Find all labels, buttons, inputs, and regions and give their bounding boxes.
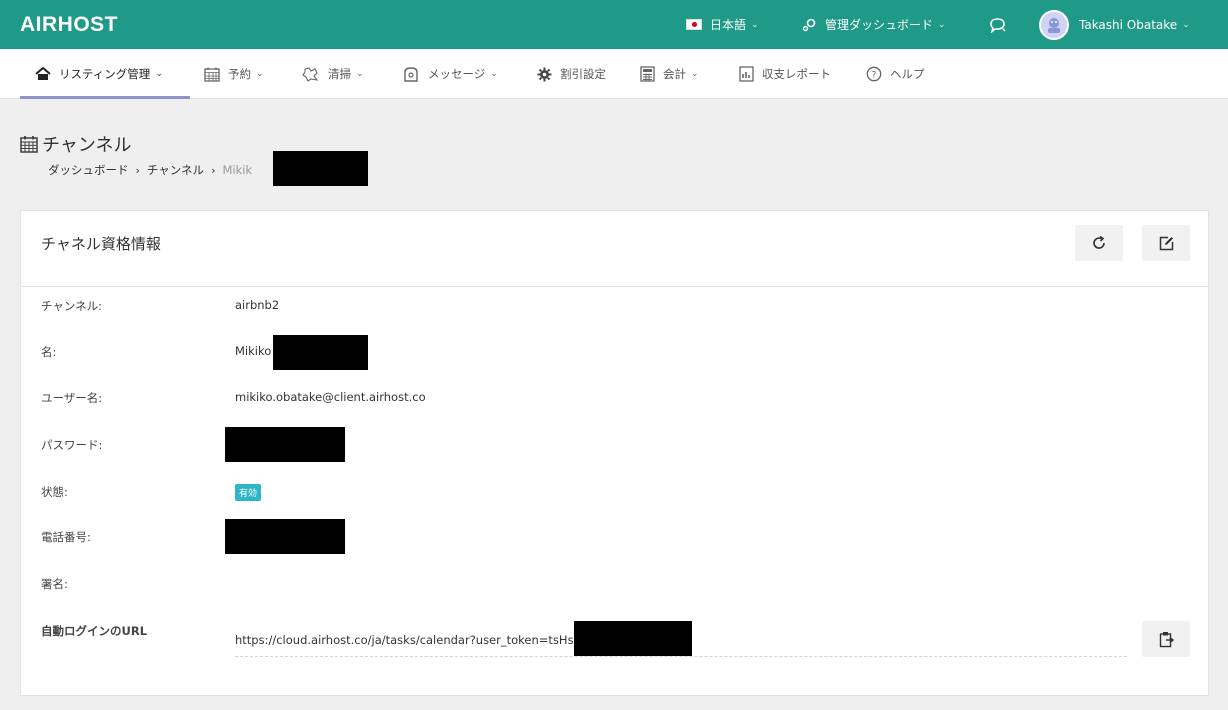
chevron-down-icon: ⌄ (256, 69, 264, 79)
nav-item-messages[interactable]: メッセージ ⌄ (402, 49, 498, 99)
status-label: 状態: (41, 485, 68, 499)
nav-item-report[interactable]: 収支レポート (739, 49, 831, 99)
chevron-down-icon: ⌄ (1182, 19, 1190, 30)
signature-label: 署名: (41, 577, 68, 591)
dashboard-icon (802, 17, 817, 32)
calendar-icon (20, 136, 38, 153)
nav-label: リスティング管理 (59, 67, 151, 81)
breadcrumb-separator: › (135, 163, 140, 177)
svg-text:?: ? (872, 71, 877, 81)
calculator-icon (640, 66, 655, 82)
copy-url-button[interactable] (1142, 621, 1190, 657)
breadcrumb-current: Mikik (222, 163, 253, 177)
user-name: Takashi Obatake (1079, 17, 1178, 32)
channel-label: チャンネル: (41, 299, 103, 313)
calendar-icon (204, 67, 220, 82)
clipboard-icon (1159, 631, 1174, 647)
nav-item-accounting[interactable]: 会計 ⌄ (640, 49, 699, 99)
redaction-block (225, 427, 345, 462)
url-field-underline (235, 656, 1127, 657)
nav-label: 清掃 (328, 67, 351, 81)
redaction-block (273, 335, 368, 370)
nav-label: 収支レポート (762, 67, 831, 81)
edit-button[interactable] (1142, 225, 1190, 261)
nav-item-discount[interactable]: 割引設定 (537, 49, 606, 99)
password-label: パスワード: (41, 438, 103, 452)
language-label: 日本語 (710, 18, 747, 32)
channel-credentials-card: チャネル資格情報 チャンネル: airbnb2 名: Mikiko ユーザー名:… (20, 210, 1209, 696)
user-menu[interactable]: Takashi Obatake ⌄ (1039, 0, 1190, 49)
username-label: ユーザー名: (41, 391, 103, 405)
language-selector[interactable]: 日本語 ⌄ (686, 0, 759, 49)
japan-flag-icon (686, 19, 702, 30)
admin-dashboard-menu[interactable]: 管理ダッシュボード ⌄ (802, 0, 946, 49)
chevron-down-icon: ⌄ (938, 19, 946, 30)
nav-item-cleaning[interactable]: 清掃 ⌄ (302, 49, 364, 99)
channel-value: airbnb2 (235, 298, 280, 312)
redaction-block (273, 151, 368, 186)
main-nav: リスティング管理 ⌄ 予約 ⌄ 清掃 ⌄ メッセージ ⌄ 割引設定 会計 ⌄ 収… (0, 49, 1228, 99)
redaction-block (225, 519, 345, 554)
page-title-text: チャンネル (42, 135, 132, 156)
report-icon (739, 66, 754, 82)
name-value: Mikiko (235, 344, 272, 358)
page-title: チャンネル (20, 131, 131, 157)
breadcrumb-dashboard[interactable]: ダッシュボード (48, 162, 129, 178)
top-bar: AIRHOST 日本語 ⌄ 管理ダッシュボード ⌄ Takashi Obatak… (0, 0, 1228, 49)
admin-dashboard-label: 管理ダッシュボード (825, 18, 934, 32)
nav-label: 会計 (663, 67, 686, 81)
chat-button[interactable] (989, 0, 1007, 49)
nav-item-listing[interactable]: リスティング管理 ⌄ (35, 49, 163, 99)
chevron-down-icon: ⌄ (155, 69, 163, 79)
username-value: mikiko.obatake@client.airhost.co (235, 390, 426, 404)
avatar (1039, 9, 1069, 40)
status-badge: 有効 (235, 484, 262, 501)
help-icon: ? (866, 66, 882, 82)
home-icon (35, 67, 51, 81)
nav-item-reservations[interactable]: 予約 ⌄ (204, 49, 264, 99)
nav-label: メッセージ (428, 67, 486, 81)
redaction-block (574, 621, 692, 656)
name-label: 名: (41, 345, 57, 359)
nav-active-indicator (20, 96, 190, 99)
gear-icon (537, 67, 552, 82)
card-header: チャネル資格情報 (21, 211, 1208, 287)
chevron-down-icon: ⌄ (691, 69, 699, 79)
phone-label: 電話番号: (41, 530, 91, 544)
chevron-down-icon: ⌄ (751, 19, 759, 30)
breadcrumb-separator: › (211, 163, 216, 177)
refresh-button[interactable] (1075, 225, 1123, 261)
nav-label: ヘルプ (890, 67, 925, 81)
autologin-url-label: 自動ログインのURL (41, 624, 148, 638)
card-title: チャネル資格情報 (41, 235, 161, 253)
chevron-down-icon: ⌄ (490, 69, 498, 79)
airhost-logo[interactable]: AIRHOST (20, 13, 118, 37)
refresh-icon (1093, 235, 1105, 249)
nav-item-help[interactable]: ? ヘルプ (866, 49, 925, 99)
breadcrumb: ダッシュボード › チャンネル › Mikik (48, 162, 252, 178)
message-icon (402, 66, 420, 82)
cleaning-icon (302, 66, 320, 82)
breadcrumb-channel[interactable]: チャンネル (147, 162, 204, 178)
nav-label: 割引設定 (560, 67, 606, 81)
edit-icon (1159, 236, 1173, 250)
chat-icon (989, 17, 1007, 33)
nav-label: 予約 (228, 67, 251, 81)
chevron-down-icon: ⌄ (356, 69, 364, 79)
autologin-url-value[interactable]: https://cloud.airhost.co/ja/tasks/calend… (235, 633, 577, 647)
